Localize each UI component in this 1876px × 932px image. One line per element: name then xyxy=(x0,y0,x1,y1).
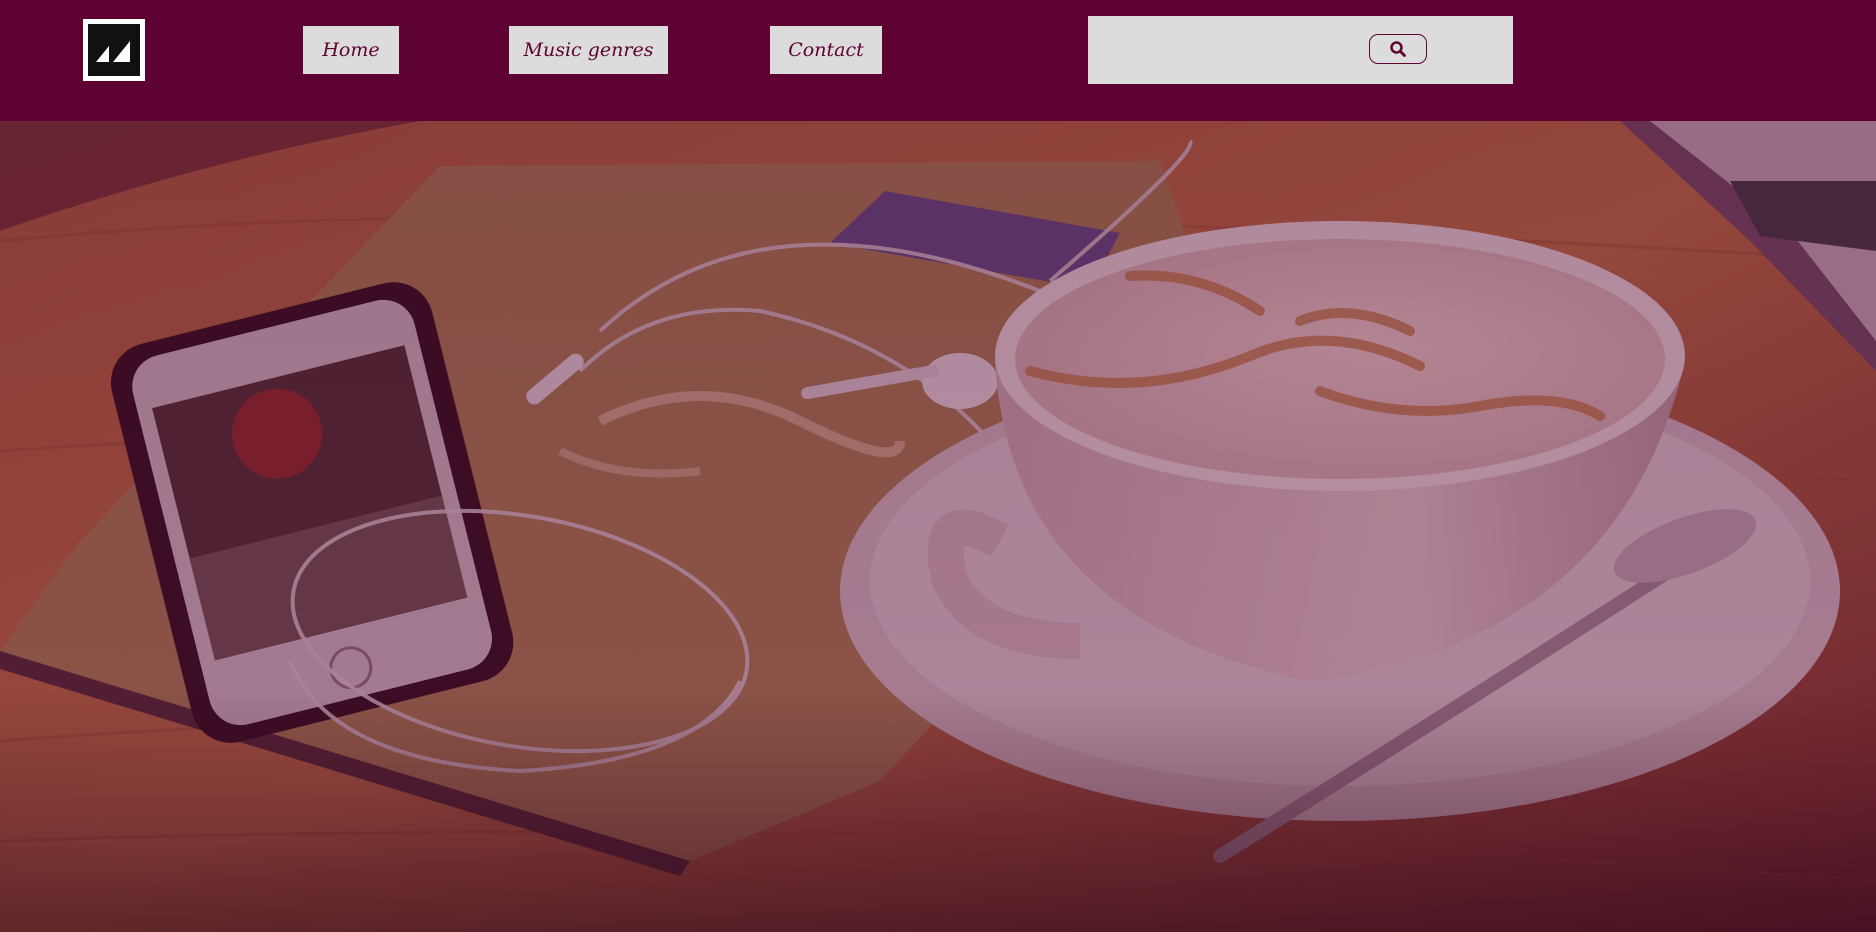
hero-image xyxy=(0,121,1876,932)
logo-mark-icon xyxy=(88,24,140,76)
nav-home-label: Home xyxy=(322,39,380,61)
nav-contact-button[interactable]: Contact xyxy=(770,26,882,74)
nav-contact-label: Contact xyxy=(788,39,864,61)
search-bar xyxy=(1088,16,1513,84)
search-icon xyxy=(1390,41,1406,57)
nav-home-button[interactable]: Home xyxy=(303,26,399,74)
nav-music-genres-button[interactable]: Music genres xyxy=(509,26,668,74)
nav-music-genres-label: Music genres xyxy=(523,39,654,61)
logo[interactable] xyxy=(83,19,145,81)
search-input[interactable] xyxy=(1098,30,1352,72)
page: Home Music genres Contact xyxy=(0,0,1876,932)
site-header: Home Music genres Contact xyxy=(0,0,1876,121)
search-button[interactable] xyxy=(1369,34,1427,64)
